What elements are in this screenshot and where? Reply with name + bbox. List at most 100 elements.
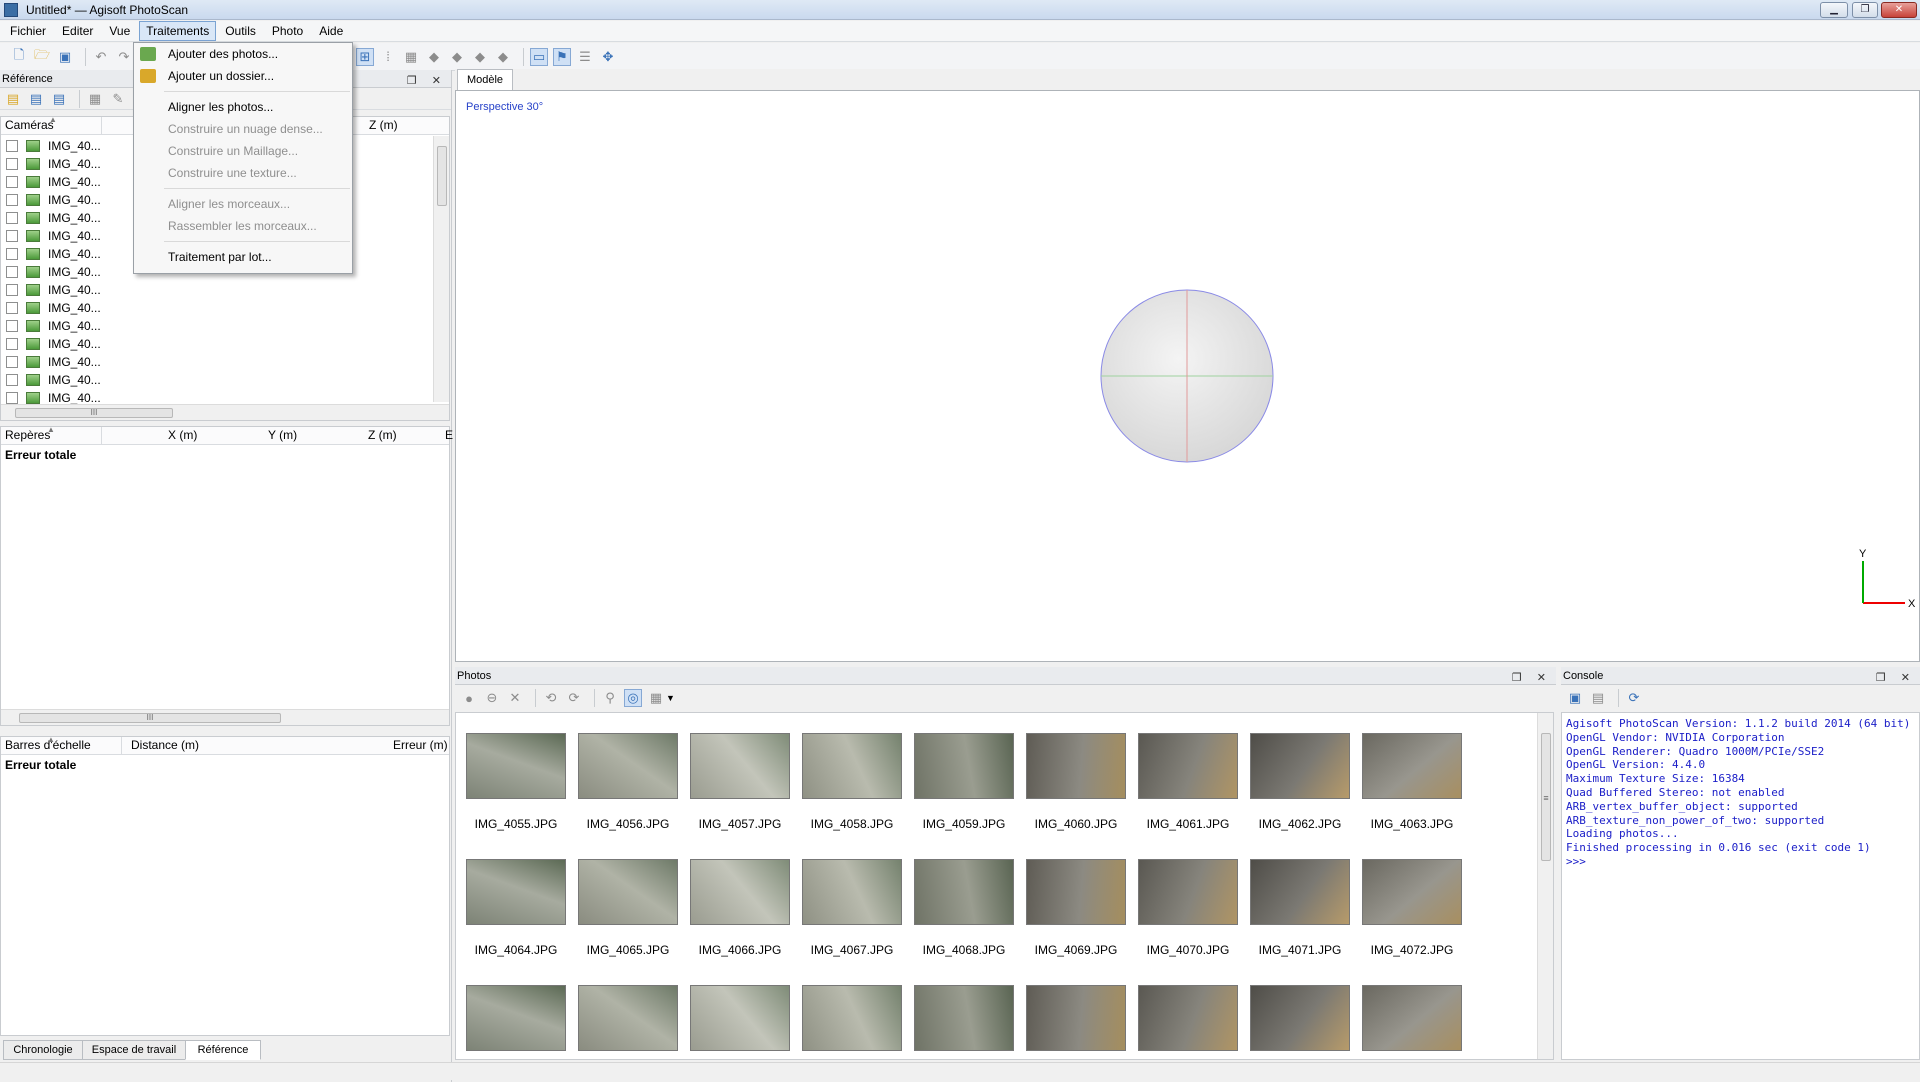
tab-reference[interactable]: Référence: [185, 1040, 261, 1060]
remove-photo-icon[interactable]: ✕: [506, 689, 524, 707]
camera-row[interactable]: IMG_40...: [1, 281, 449, 299]
photo-thumbnail[interactable]: [914, 985, 1014, 1051]
camera-checkbox[interactable]: [6, 392, 18, 404]
camera-checkbox[interactable]: [6, 194, 18, 206]
show-cameras-icon[interactable]: ▭: [530, 47, 548, 66]
camera-row[interactable]: IMG_40...: [1, 299, 449, 317]
camera-checkbox[interactable]: [6, 374, 18, 386]
photo-thumbnail[interactable]: [690, 733, 790, 799]
rotate-left-icon[interactable]: ⟲: [542, 689, 560, 707]
menu-photo[interactable]: Photo: [265, 21, 310, 41]
navigation-icon[interactable]: ✥: [599, 48, 617, 66]
new-file-icon[interactable]: 🗋: [10, 47, 28, 66]
cameras-col-header[interactable]: Caméras: [5, 117, 54, 134]
undo-icon[interactable]: ↶: [92, 48, 110, 66]
camera-checkbox[interactable]: [6, 320, 18, 332]
scroll-thumb[interactable]: ≡: [1541, 733, 1551, 861]
show-markers-icon[interactable]: ⚑: [553, 47, 571, 66]
photo-thumbnail[interactable]: [802, 859, 902, 925]
scroll-thumb[interactable]: III: [15, 408, 173, 418]
camera-row[interactable]: IMG_40...: [1, 371, 449, 389]
menu-traitements[interactable]: Traitements: [139, 21, 217, 41]
photo-thumbnail[interactable]: [1026, 985, 1126, 1051]
photo-thumbnail[interactable]: [1026, 859, 1126, 925]
menu-item-ajouter-un-dossier[interactable]: Ajouter un dossier...: [134, 65, 352, 87]
menu-item-aligner-les-photos[interactable]: Aligner les photos...: [134, 96, 352, 118]
import-icon[interactable]: ▤: [4, 90, 22, 108]
markers-e-header[interactable]: E: [445, 427, 453, 444]
photo-thumbnail[interactable]: [578, 859, 678, 925]
menu-item-traitement-par-lot[interactable]: Traitement par lot...: [134, 246, 352, 268]
menu-item-ajouter-des-photos[interactable]: Ajouter des photos...: [134, 43, 352, 65]
console-panel-buttons[interactable]: ❐ ✕: [1876, 669, 1916, 687]
calculator-icon[interactable]: ▦: [86, 90, 104, 108]
camera-checkbox[interactable]: [6, 158, 18, 170]
menu-fichier[interactable]: Fichier: [3, 21, 53, 41]
photo-thumbnail[interactable]: [1362, 733, 1462, 799]
grid-view-icon[interactable]: ⊞: [356, 47, 374, 66]
save-icon[interactable]: ▣: [56, 48, 74, 66]
mesh-view-icon[interactable]: ▦: [402, 48, 420, 66]
photo-thumbnail[interactable]: [466, 859, 566, 925]
trackball-sphere[interactable]: [1100, 289, 1274, 463]
chevron-down-icon[interactable]: ▼: [666, 693, 675, 703]
photos-vertical-scrollbar[interactable]: ≡: [1537, 713, 1553, 1059]
menu-item-rassembler-les-morceaux[interactable]: Rassembler les morceaux...: [134, 215, 352, 237]
photo-thumbnail[interactable]: [1138, 859, 1238, 925]
minimize-button[interactable]: ▁: [1820, 2, 1848, 18]
maximize-button[interactable]: ❐: [1852, 2, 1878, 18]
save-log-icon[interactable]: ▣: [1566, 689, 1584, 707]
markers-y-header[interactable]: Y (m): [268, 427, 297, 444]
menu-item-aligner-les-morceaux[interactable]: Aligner les morceaux...: [134, 193, 352, 215]
console-output[interactable]: Agisoft PhotoScan Version: 1.1.2 build 2…: [1561, 712, 1920, 1060]
photo-thumbnail[interactable]: [1362, 859, 1462, 925]
wireframe-view-icon[interactable]: ◆: [471, 48, 489, 66]
reset-filter-icon[interactable]: ◎: [624, 689, 642, 707]
update-icon[interactable]: ▤: [50, 90, 68, 108]
markers-z-header[interactable]: Z (m): [368, 427, 397, 444]
photo-thumbnail[interactable]: [1138, 733, 1238, 799]
photo-thumbnail[interactable]: [802, 985, 902, 1051]
filter-binoculars-icon[interactable]: ⚲: [601, 689, 619, 707]
photo-thumbnail[interactable]: [914, 733, 1014, 799]
camera-checkbox[interactable]: [6, 248, 18, 260]
enable-photo-icon[interactable]: ●: [460, 689, 478, 707]
photo-thumbnail[interactable]: [1250, 733, 1350, 799]
redo-icon[interactable]: ↷: [115, 48, 133, 66]
markers-x-header[interactable]: X (m): [168, 427, 197, 444]
scroll-thumb[interactable]: III: [19, 713, 281, 723]
camera-checkbox[interactable]: [6, 266, 18, 278]
menu-item-construire-un-nuage-dense[interactable]: Construire un nuage dense...: [134, 118, 352, 140]
photo-thumbnail[interactable]: [914, 859, 1014, 925]
reference-panel-buttons[interactable]: ❐ ✕: [407, 72, 447, 90]
shaded-view-icon[interactable]: ◆: [425, 48, 443, 66]
camera-row[interactable]: IMG_40...: [1, 335, 449, 353]
camera-checkbox[interactable]: [6, 230, 18, 242]
clear-log-icon[interactable]: ▤: [1589, 689, 1607, 707]
camera-checkbox[interactable]: [6, 284, 18, 296]
rotate-right-icon[interactable]: ⟳: [565, 689, 583, 707]
photo-thumbnail[interactable]: [1250, 985, 1350, 1051]
cameras-z-header[interactable]: Z (m): [369, 117, 398, 134]
photo-thumbnail[interactable]: [1250, 859, 1350, 925]
scroll-thumb[interactable]: [437, 146, 447, 206]
photos-panel-buttons[interactable]: ❐ ✕: [1512, 669, 1552, 687]
model-viewport[interactable]: Perspective 30° Y X: [455, 90, 1920, 662]
photo-thumbnail[interactable]: [690, 859, 790, 925]
menu-editer[interactable]: Editer: [55, 21, 100, 41]
scalebars-distance-header[interactable]: Distance (m): [131, 737, 199, 754]
tab-espace-de-travail[interactable]: Espace de travail: [82, 1040, 186, 1060]
show-region-icon[interactable]: ☰: [576, 48, 594, 66]
run-script-icon[interactable]: ⟳: [1625, 689, 1643, 707]
photo-thumbnail[interactable]: [1138, 985, 1238, 1051]
camera-checkbox[interactable]: [6, 176, 18, 188]
camera-checkbox[interactable]: [6, 302, 18, 314]
cameras-horizontal-scrollbar[interactable]: III: [1, 404, 449, 420]
cameras-vertical-scrollbar[interactable]: [433, 136, 449, 402]
camera-checkbox[interactable]: [6, 212, 18, 224]
dense-grid-icon[interactable]: ⁞: [379, 48, 397, 66]
close-button[interactable]: ✕: [1881, 2, 1917, 18]
camera-checkbox[interactable]: [6, 338, 18, 350]
menu-aide[interactable]: Aide: [312, 21, 350, 41]
photo-thumbnail[interactable]: [578, 985, 678, 1051]
